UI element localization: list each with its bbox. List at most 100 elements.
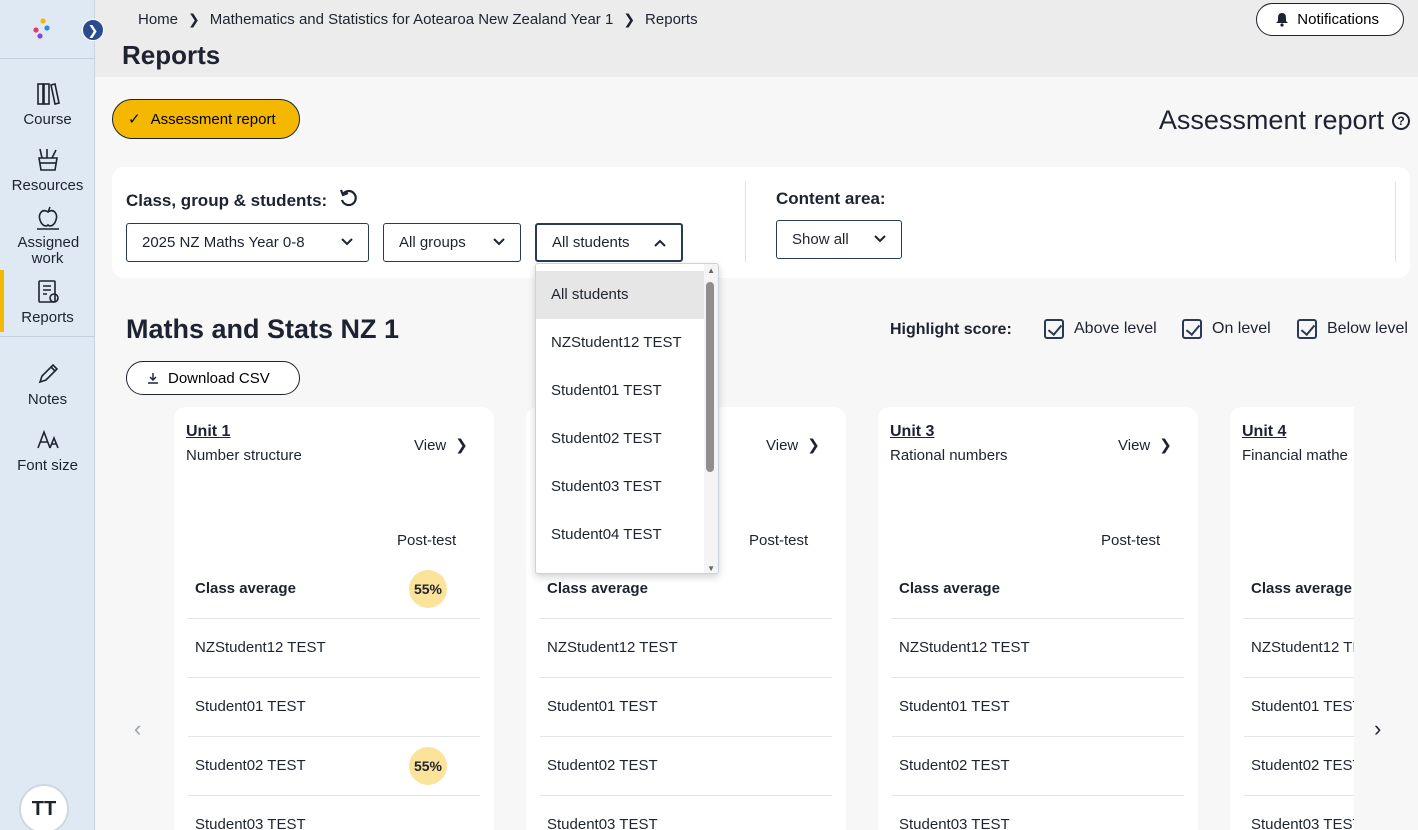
notifications-button[interactable]: Notifications (1256, 3, 1404, 36)
chevron-down-icon (341, 238, 353, 246)
assessment-report-tab[interactable]: ✓ Assessment report (112, 99, 300, 139)
content-area-select[interactable]: Show all (776, 220, 902, 259)
chevron-right-icon: ❯ (188, 11, 200, 27)
unit-description: Number structure (186, 447, 302, 464)
row-name: Student02 TEST (547, 757, 658, 774)
sidebar-divider (0, 336, 95, 337)
breadcrumb: Home ❯ Mathematics and Statistics for Ao… (138, 11, 698, 28)
notifications-label: Notifications (1297, 11, 1379, 28)
above-level-checkbox[interactable]: Above level (1044, 319, 1157, 339)
dropdown-scrollbar[interactable]: ▲ ▼ (704, 264, 718, 573)
on-level-checkbox[interactable]: On level (1182, 319, 1271, 339)
content-area-label: Content area: (776, 189, 886, 208)
dropdown-option[interactable]: Student04 TEST (536, 511, 704, 559)
sidebar-item-assigned-work[interactable]: Assigned work (0, 204, 95, 267)
row-name: Student01 TEST (899, 698, 1010, 715)
reset-icon[interactable] (338, 188, 358, 208)
help-icon[interactable]: ? (1392, 111, 1410, 130)
table-row: Student03 TEST (188, 796, 480, 830)
chevron-right-icon: ❯ (87, 23, 99, 38)
score-badge[interactable]: 55% (409, 747, 447, 785)
books-icon (36, 83, 60, 105)
view-label: View (414, 436, 447, 454)
unit-link[interactable]: Unit 3 (890, 423, 934, 441)
unit-link[interactable]: Unit 1 (186, 423, 230, 441)
carousel-prev-button[interactable]: ‹ (134, 716, 141, 742)
dropdown-option[interactable]: Student03 TEST (536, 463, 704, 511)
assessment-report-label: Assessment report (150, 110, 276, 128)
page-title: Reports (122, 40, 221, 70)
table-row: Student02 TEST (540, 737, 832, 796)
filter-panel: Class, group & students: 2025 NZ Maths Y… (112, 167, 1410, 278)
student-select[interactable]: All students (535, 223, 683, 262)
highlight-score-label: Highlight score: (890, 321, 1012, 338)
row-name: NZStudent12 TEST (1251, 639, 1354, 656)
assigned-work-icon (36, 206, 59, 230)
check-icon: ✓ (128, 111, 141, 128)
chevron-left-icon: ‹ (134, 716, 142, 741)
row-name: Student01 TEST (195, 698, 306, 715)
breadcrumb-home[interactable]: Home (138, 11, 178, 28)
row-name: Student02 TEST (195, 757, 306, 774)
breadcrumb-reports: Reports (645, 11, 698, 28)
sidebar-item-reports[interactable]: Reports (0, 270, 95, 332)
view-label: View (766, 436, 799, 454)
group-select[interactable]: All groups (383, 223, 521, 262)
resources-icon (37, 148, 58, 171)
checkbox-checked-icon[interactable] (1182, 319, 1202, 339)
scroll-down-icon[interactable]: ▼ (707, 564, 715, 573)
sidebar-item-font-size[interactable]: Font size (0, 426, 95, 474)
checkbox-checked-icon[interactable] (1297, 319, 1317, 339)
dropdown-option[interactable]: NZStudent12 TEST (536, 319, 704, 367)
page-header: Home ❯ Mathematics and Statistics for Ao… (95, 0, 1418, 77)
sidebar: Course Resources Assigned work Reports N… (0, 0, 95, 830)
table-row: Student02 TEST (892, 737, 1184, 796)
carousel-next-button[interactable]: › (1374, 716, 1381, 742)
post-test-column-header: Post-test (1101, 532, 1161, 549)
breadcrumb-course[interactable]: Mathematics and Statistics for Aotearoa … (210, 11, 614, 28)
download-csv-button[interactable]: Download CSV (126, 361, 300, 395)
chevron-right-icon: ❯ (1159, 437, 1172, 454)
row-name: NZStudent12 TEST (899, 639, 1030, 656)
filter-divider (1395, 182, 1396, 262)
row-name: Class average (899, 580, 1000, 597)
view-unit-link[interactable]: View ❯ (766, 436, 820, 455)
content-area-value: Show all (792, 231, 849, 248)
view-unit-link[interactable]: View ❯ (1118, 436, 1172, 455)
class-filter-label: Class, group & students: (126, 191, 328, 210)
scrollbar-thumb[interactable] (706, 282, 714, 472)
unit-card: Unit 3 Rational numbers View ❯ Post-test … (878, 407, 1198, 830)
table-row: Class average (892, 560, 1184, 619)
row-name: Class average (1251, 580, 1352, 597)
unit-card: Unit 4 Financial mathe Class average NZS… (1230, 407, 1354, 830)
table-row: Student03 TEST (540, 796, 832, 830)
unit-description: Rational numbers (890, 447, 1008, 464)
table-row: Student01 TEST (1244, 678, 1354, 737)
table-row: Student01 TEST (188, 678, 480, 737)
dropdown-option[interactable]: All students (536, 271, 704, 319)
scroll-up-icon[interactable]: ▲ (707, 266, 715, 275)
avatar[interactable]: TT (19, 784, 69, 830)
unit-link[interactable]: Unit 4 (1242, 423, 1286, 441)
below-level-checkbox[interactable]: Below level (1297, 319, 1408, 339)
sidebar-item-resources[interactable]: Resources (0, 146, 95, 194)
table-row: Student01 TEST (892, 678, 1184, 737)
app-logo-icon[interactable] (30, 16, 56, 42)
sidebar-toggle-button[interactable]: ❯ (82, 19, 104, 41)
unit-card: Unit 1 Number structure View ❯ Post-test … (174, 407, 494, 830)
sidebar-item-notes[interactable]: Notes (0, 360, 95, 408)
score-badge[interactable]: 55% (409, 570, 447, 608)
checkbox-checked-icon[interactable] (1044, 319, 1064, 339)
dropdown-option[interactable]: Student02 TEST (536, 415, 704, 463)
sidebar-item-label: Reports (21, 309, 74, 326)
class-select[interactable]: 2025 NZ Maths Year 0-8 (126, 223, 369, 262)
filter-divider (745, 182, 746, 262)
assessment-heading-text: Assessment report (1158, 105, 1384, 135)
row-name: Student03 TEST (195, 816, 306, 830)
table-row: Student01 TEST (540, 678, 832, 737)
view-unit-link[interactable]: View ❯ (414, 436, 468, 455)
dropdown-option[interactable]: Student01 TEST (536, 367, 704, 415)
font-size-icon (36, 429, 59, 449)
sidebar-item-course[interactable]: Course (0, 80, 95, 128)
table-row: Class average 55% (188, 560, 480, 619)
